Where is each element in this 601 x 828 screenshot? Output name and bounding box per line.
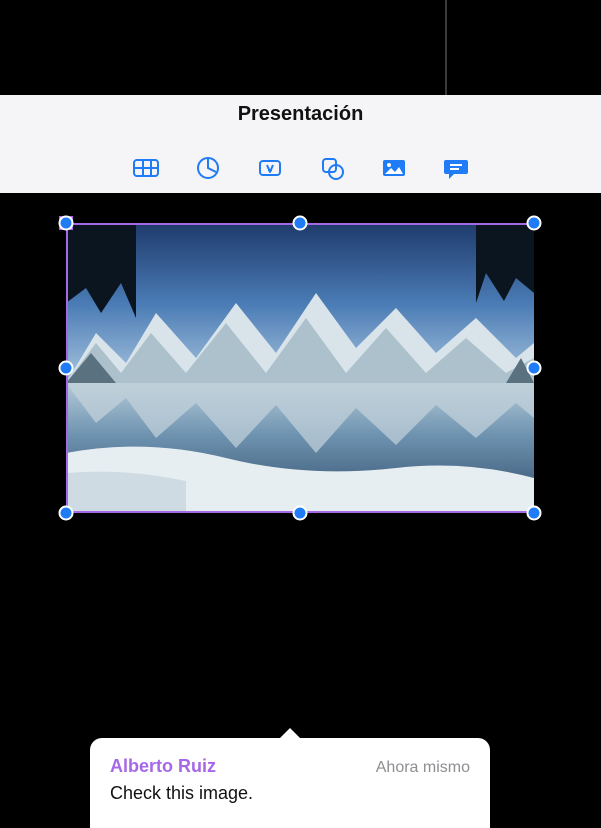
- comment-icon[interactable]: [441, 153, 471, 183]
- landscape-image: [66, 223, 534, 513]
- comment-body: Check this image.: [90, 781, 490, 804]
- comment-author: Alberto Ruiz: [110, 756, 216, 777]
- selected-image[interactable]: [66, 223, 534, 513]
- app-header: Presentación: [0, 95, 601, 194]
- resize-handle-sw[interactable]: [59, 506, 74, 521]
- resize-handle-e[interactable]: [527, 361, 542, 376]
- resize-handle-w[interactable]: [59, 361, 74, 376]
- chart-icon[interactable]: [193, 153, 223, 183]
- resize-handle-se[interactable]: [527, 506, 542, 521]
- comment-timestamp: Ahora mismo: [376, 759, 470, 777]
- table-icon[interactable]: [131, 153, 161, 183]
- image-icon[interactable]: [379, 153, 409, 183]
- insert-toolbar: [0, 153, 601, 183]
- document-title: Presentación: [0, 103, 601, 126]
- shape-icon[interactable]: [317, 153, 347, 183]
- resize-handle-s[interactable]: [293, 506, 308, 521]
- slide-canvas[interactable]: Alberto Ruiz Ahora mismo Check this imag…: [0, 193, 601, 828]
- resize-handle-n[interactable]: [293, 216, 308, 231]
- text-icon[interactable]: [255, 153, 285, 183]
- comment-popover: Alberto Ruiz Ahora mismo Check this imag…: [90, 738, 490, 828]
- resize-handle-nw[interactable]: [59, 216, 74, 231]
- resize-handle-ne[interactable]: [527, 216, 542, 231]
- comment-header: Alberto Ruiz Ahora mismo: [90, 738, 490, 781]
- popover-arrow: [278, 728, 302, 740]
